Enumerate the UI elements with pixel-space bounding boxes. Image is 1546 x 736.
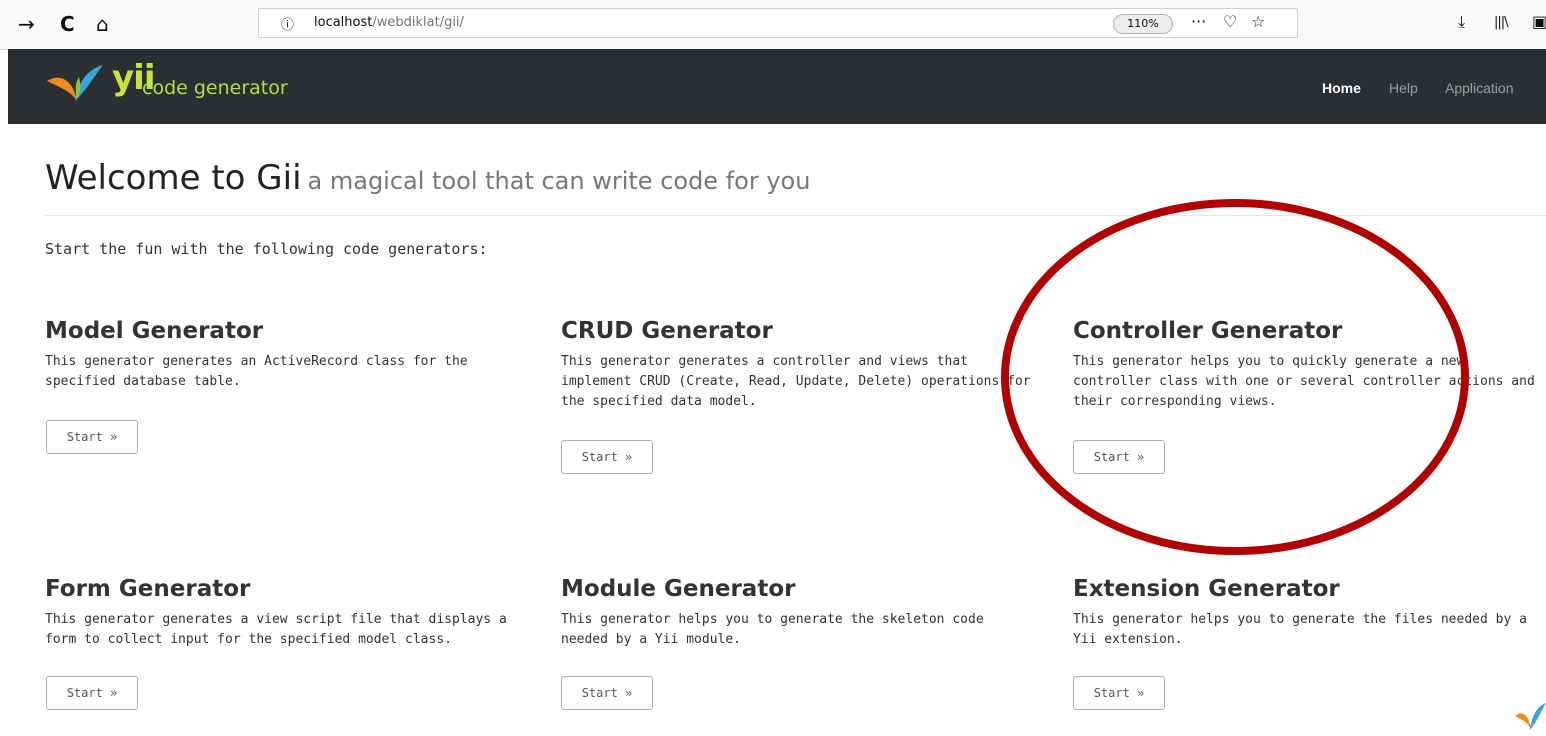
module-generator-start-button[interactable]: Start »	[561, 676, 653, 710]
form-generator-start-button[interactable]: Start »	[46, 676, 138, 710]
generator-description: This generator generates a controller an…	[561, 354, 1031, 409]
reload-icon[interactable]: C	[60, 10, 75, 38]
page-actions-icon[interactable]: ···	[1191, 12, 1206, 31]
generator-title: CRUD Generator	[561, 318, 773, 344]
generator-description: This generator helps you to generate the…	[1073, 612, 1527, 647]
crud-generator-card: CRUD Generator This generator generates …	[561, 318, 1031, 412]
bookmark-star-icon[interactable]: ☆	[1251, 12, 1265, 31]
library-icon[interactable]: |||\	[1494, 15, 1508, 30]
generator-title: Form Generator	[45, 576, 251, 602]
welcome-title: Welcome to Gii	[45, 158, 302, 198]
brand-subtitle[interactable]: code generator	[142, 77, 288, 99]
generator-title: Controller Generator	[1073, 318, 1343, 344]
intro-text: Start the fun with the following code ge…	[45, 240, 488, 258]
generator-title: Extension Generator	[1073, 576, 1340, 602]
home-icon[interactable]: ⌂	[96, 10, 109, 38]
yii-corner-logo-icon	[1515, 703, 1546, 730]
info-icon[interactable]: ⓘ	[281, 14, 294, 33]
sidebar-icon[interactable]: ▣	[1532, 12, 1546, 31]
extension-generator-start-button[interactable]: Start »	[1073, 676, 1165, 710]
nav-home-link[interactable]: Home	[1322, 80, 1361, 96]
url-bar[interactable]: ⓘ localhost/webdiklat/gii/ 110% ··· ♡ ☆	[258, 8, 1298, 38]
form-generator-card: Form Generator This generator generates …	[45, 576, 515, 650]
generator-title: Model Generator	[45, 318, 264, 344]
yii-logo-icon[interactable]	[45, 61, 105, 107]
model-generator-card: Model Generator This generator generates…	[45, 318, 515, 392]
crud-generator-start-button[interactable]: Start »	[561, 440, 653, 474]
generator-description: This generator helps you to generate the…	[561, 612, 984, 647]
controller-generator-card: Controller Generator This generator help…	[1073, 318, 1543, 412]
download-icon[interactable]: ⤓	[1458, 12, 1465, 32]
nav-help-link[interactable]: Help	[1389, 80, 1418, 96]
extension-generator-card: Extension Generator This generator helps…	[1073, 576, 1543, 650]
divider	[45, 215, 1546, 216]
url-text[interactable]: localhost/webdiklat/gii/	[314, 15, 464, 30]
zoom-level-badge[interactable]: 110%	[1113, 14, 1173, 34]
welcome-subtitle: a magical tool that can write code for y…	[307, 167, 811, 195]
module-generator-card: Module Generator This generator helps yo…	[561, 576, 1031, 650]
url-path: /webdiklat/gii/	[372, 15, 464, 30]
browser-toolbar: → C ⌂ ⓘ localhost/webdiklat/gii/ 110% ··…	[0, 0, 1546, 50]
top-navbar: yii code generator Home Help Application	[8, 49, 1546, 124]
page-title: Welcome to Gii a magical tool that can wr…	[45, 158, 810, 198]
url-host: localhost	[314, 15, 373, 30]
generator-title: Module Generator	[561, 576, 796, 602]
pocket-icon[interactable]: ♡	[1223, 12, 1237, 31]
generator-description: This generator generates a view script f…	[45, 612, 507, 647]
controller-generator-start-button[interactable]: Start »	[1073, 440, 1165, 474]
generator-description: This generator helps you to quickly gene…	[1073, 354, 1535, 409]
model-generator-start-button[interactable]: Start »	[46, 420, 138, 454]
generator-description: This generator generates an ActiveRecord…	[45, 354, 468, 389]
nav-application-link[interactable]: Application	[1445, 80, 1514, 96]
back-icon[interactable]: →	[18, 10, 35, 38]
